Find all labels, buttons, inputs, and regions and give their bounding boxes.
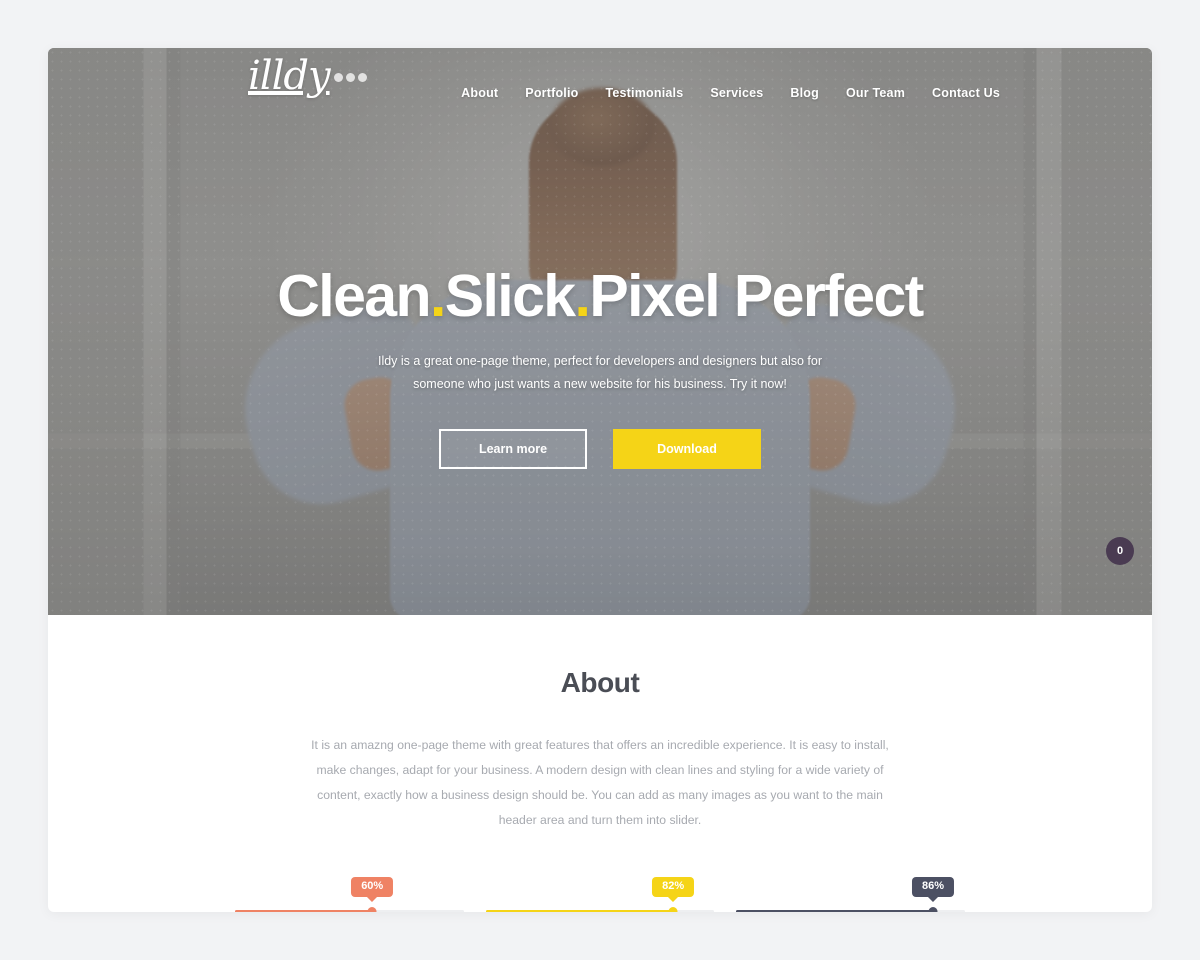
headline-word-slick: Slick [444, 263, 576, 329]
nav-item-blog[interactable]: Blog [790, 86, 819, 100]
skill-percent-badge: 86% [911, 877, 955, 903]
about-heading: About [560, 667, 640, 698]
nav-item-services[interactable]: Services [710, 86, 763, 100]
hero-button-group: Learn more Download [168, 429, 1032, 470]
nav-item-about[interactable]: About [461, 86, 498, 100]
download-button[interactable]: Download [613, 429, 761, 470]
nav-item-our-team[interactable]: Our Team [846, 86, 905, 100]
headline-word-clean: Clean [277, 263, 431, 329]
skill-percent-badge: 60% [351, 877, 394, 903]
site-logo-text: illdy [248, 53, 331, 99]
skill-progress-track[interactable] [736, 907, 966, 912]
skill-progress-fill [736, 910, 933, 912]
skill-percent-badge: 82% [652, 877, 695, 903]
main-menu: About Portfolio Testimonials Services Bl… [461, 86, 1000, 100]
skill-progress-fill [235, 910, 373, 912]
headline-dot-1: . [429, 263, 446, 329]
skill-progress-knob[interactable] [668, 907, 678, 912]
hero-subtitle: Ildy is a great one-page theme, perfect … [377, 353, 822, 392]
hero-headline: Clean.Slick.Pixel Perfect [168, 263, 1032, 329]
hero-content: Clean.Slick.Pixel Perfect Ildy is a grea… [48, 263, 1152, 470]
logo-dots-icon [333, 73, 367, 82]
about-section: About It is an amazng one-page theme wit… [48, 615, 1152, 912]
hero-section: illdy About Portfolio Testimonials Servi… [48, 48, 1152, 615]
skill-progress-knob[interactable] [928, 907, 938, 912]
skill-progress-knob[interactable] [367, 907, 377, 912]
nav-item-testimonials[interactable]: Testimonials [605, 86, 683, 100]
headline-word-pixel-perfect: Pixel Perfect [589, 263, 924, 329]
headline-dot-2: . [574, 263, 591, 329]
nav-item-contact-us[interactable]: Contact Us [932, 86, 1000, 100]
nav-item-portfolio[interactable]: Portfolio [525, 86, 578, 100]
page-frame: illdy About Portfolio Testimonials Servi… [48, 48, 1152, 912]
skill-progress-fill [485, 910, 674, 912]
skill-progress-track[interactable] [485, 907, 715, 912]
skill-progress-track[interactable] [235, 907, 464, 912]
site-logo[interactable]: illdy [248, 56, 367, 96]
scroll-counter-badge[interactable]: 0 [1106, 537, 1134, 565]
about-paragraph: It is an amazng one-page theme with grea… [311, 738, 889, 828]
learn-more-button[interactable]: Learn more [439, 429, 587, 470]
top-navigation-bar: illdy About Portfolio Testimonials Servi… [48, 48, 1152, 140]
